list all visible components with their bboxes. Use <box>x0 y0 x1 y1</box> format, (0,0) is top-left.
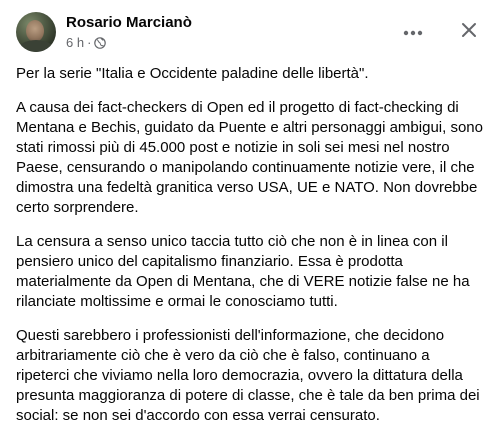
globe-icon <box>94 37 107 49</box>
post-paragraph: La censura a senso unico taccia tutto ci… <box>16 233 470 310</box>
close-button[interactable] <box>453 16 485 48</box>
meta-separator: · <box>87 35 92 50</box>
post-paragraph: Questi sarebbero i professionisti dell'i… <box>16 327 480 424</box>
post-paragraph: Per la serie "Italia e Occidente paladin… <box>16 65 369 82</box>
post-card: Rosario Marcianò 6 h · Per la serie "Ita… <box>0 0 501 424</box>
post-header: Rosario Marcianò 6 h · <box>16 12 485 56</box>
post-paragraph: A causa dei fact-checkers di Open ed il … <box>16 99 483 216</box>
post-body: Per la serie "Italia e Occidente paladin… <box>16 64 487 440</box>
author-name[interactable]: Rosario Marcianò <box>66 13 192 33</box>
post-time[interactable]: 6 h <box>66 35 84 51</box>
more-horizontal-icon <box>403 23 423 41</box>
close-icon <box>461 22 477 43</box>
avatar[interactable] <box>16 12 56 52</box>
more-options-button[interactable] <box>397 16 429 48</box>
post-meta: 6 h · <box>66 35 107 51</box>
